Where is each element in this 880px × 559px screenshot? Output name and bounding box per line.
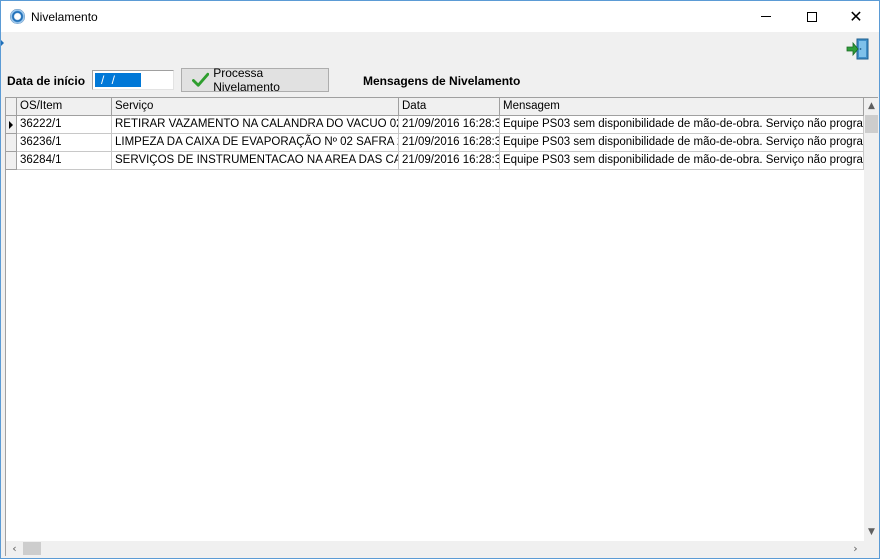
grid-viewport: OS/Item Serviço Data Mensagem 36222/1 RE… <box>6 98 864 541</box>
minimize-button[interactable] <box>743 1 789 32</box>
vertical-scroll-thumb[interactable] <box>865 115 878 133</box>
table-row[interactable]: 36284/1 SERVIÇOS DE INSTRUMENTACAO NA AR… <box>6 152 864 170</box>
cell-servico[interactable]: RETIRAR VAZAMENTO NA CALANDRA DO VACUO 0… <box>112 116 399 134</box>
column-header-servico[interactable]: Serviço <box>112 98 399 116</box>
maximize-icon <box>807 11 817 22</box>
process-leveling-button[interactable]: Processa Nivelamento <box>181 66 329 94</box>
toolbar <box>1 32 879 66</box>
horizontal-scrollbar[interactable]: ‹ › <box>6 541 864 556</box>
scroll-up-icon[interactable]: ▲ <box>864 98 878 115</box>
close-button[interactable]: ✕ <box>833 1 879 32</box>
column-header-mensagem[interactable]: Mensagem <box>500 98 864 116</box>
cell-mensagem[interactable]: Equipe PS03 sem disponibilidade de mão-d… <box>500 116 864 134</box>
header-indicator-cell <box>6 98 17 116</box>
row-indicator[interactable] <box>6 134 17 152</box>
minimize-icon <box>761 16 771 17</box>
exit-button[interactable] <box>846 37 870 61</box>
maximize-button[interactable] <box>789 1 835 32</box>
column-header-data[interactable]: Data <box>399 98 500 116</box>
exit-door-icon <box>846 38 869 60</box>
cell-servico[interactable]: SERVIÇOS DE INSTRUMENTACAO NA AREA DAS C… <box>112 152 399 170</box>
start-date-input[interactable]: / / <box>92 70 174 90</box>
edge-marker-icon <box>1 40 4 46</box>
row-indicator[interactable] <box>6 116 17 134</box>
grid-header-row: OS/Item Serviço Data Mensagem <box>6 98 864 116</box>
current-row-arrow-icon <box>9 121 13 129</box>
row-indicator[interactable] <box>6 152 17 170</box>
checkmark-icon <box>192 72 210 87</box>
scrollbar-corner <box>864 541 878 556</box>
vertical-scrollbar[interactable]: ▲ ▼ <box>864 98 878 541</box>
parameters-bar: Data de início / / Processa Nivelamento … <box>1 66 879 96</box>
scroll-left-icon[interactable]: ‹ <box>6 541 23 556</box>
column-header-os-item[interactable]: OS/Item <box>17 98 112 116</box>
cell-os-item[interactable]: 36236/1 <box>17 134 112 152</box>
window-title: Nivelamento <box>31 10 98 24</box>
close-icon: ✕ <box>849 6 863 26</box>
table-row[interactable]: 36222/1 RETIRAR VAZAMENTO NA CALANDRA DO… <box>6 116 864 134</box>
start-date-label: Data de início <box>7 74 86 88</box>
table-row[interactable]: 36236/1 LIMPEZA DA CAIXA DE EVAPORAÇÃO N… <box>6 134 864 152</box>
cell-mensagem[interactable]: Equipe PS03 sem disponibilidade de mão-d… <box>500 134 864 152</box>
start-date-value: / / <box>95 73 141 87</box>
scroll-down-icon[interactable]: ▼ <box>864 524 878 541</box>
process-leveling-label: Processa Nivelamento <box>213 66 280 94</box>
cell-os-item[interactable]: 36284/1 <box>17 152 112 170</box>
nivelamento-window: Nivelamento ✕ Data de início / / Process… <box>0 0 880 559</box>
title-bar: Nivelamento ✕ <box>1 1 879 32</box>
cell-data[interactable]: 21/09/2016 16:28:3 <box>399 116 500 134</box>
cell-os-item[interactable]: 36222/1 <box>17 116 112 134</box>
leveling-messages-label: Mensagens de Nivelamento <box>363 74 521 88</box>
cell-data[interactable]: 21/09/2016 16:28:3 <box>399 152 500 170</box>
leveling-grid[interactable]: OS/Item Serviço Data Mensagem 36222/1 RE… <box>5 97 878 556</box>
scroll-right-icon[interactable]: › <box>847 541 864 556</box>
cell-servico[interactable]: LIMPEZA DA CAIXA DE EVAPORAÇÃO Nº 02 SAF… <box>112 134 399 152</box>
app-icon <box>10 9 25 24</box>
cell-data[interactable]: 21/09/2016 16:28:3 <box>399 134 500 152</box>
cell-mensagem[interactable]: Equipe PS03 sem disponibilidade de mão-d… <box>500 152 864 170</box>
horizontal-scroll-thumb[interactable] <box>23 542 41 555</box>
